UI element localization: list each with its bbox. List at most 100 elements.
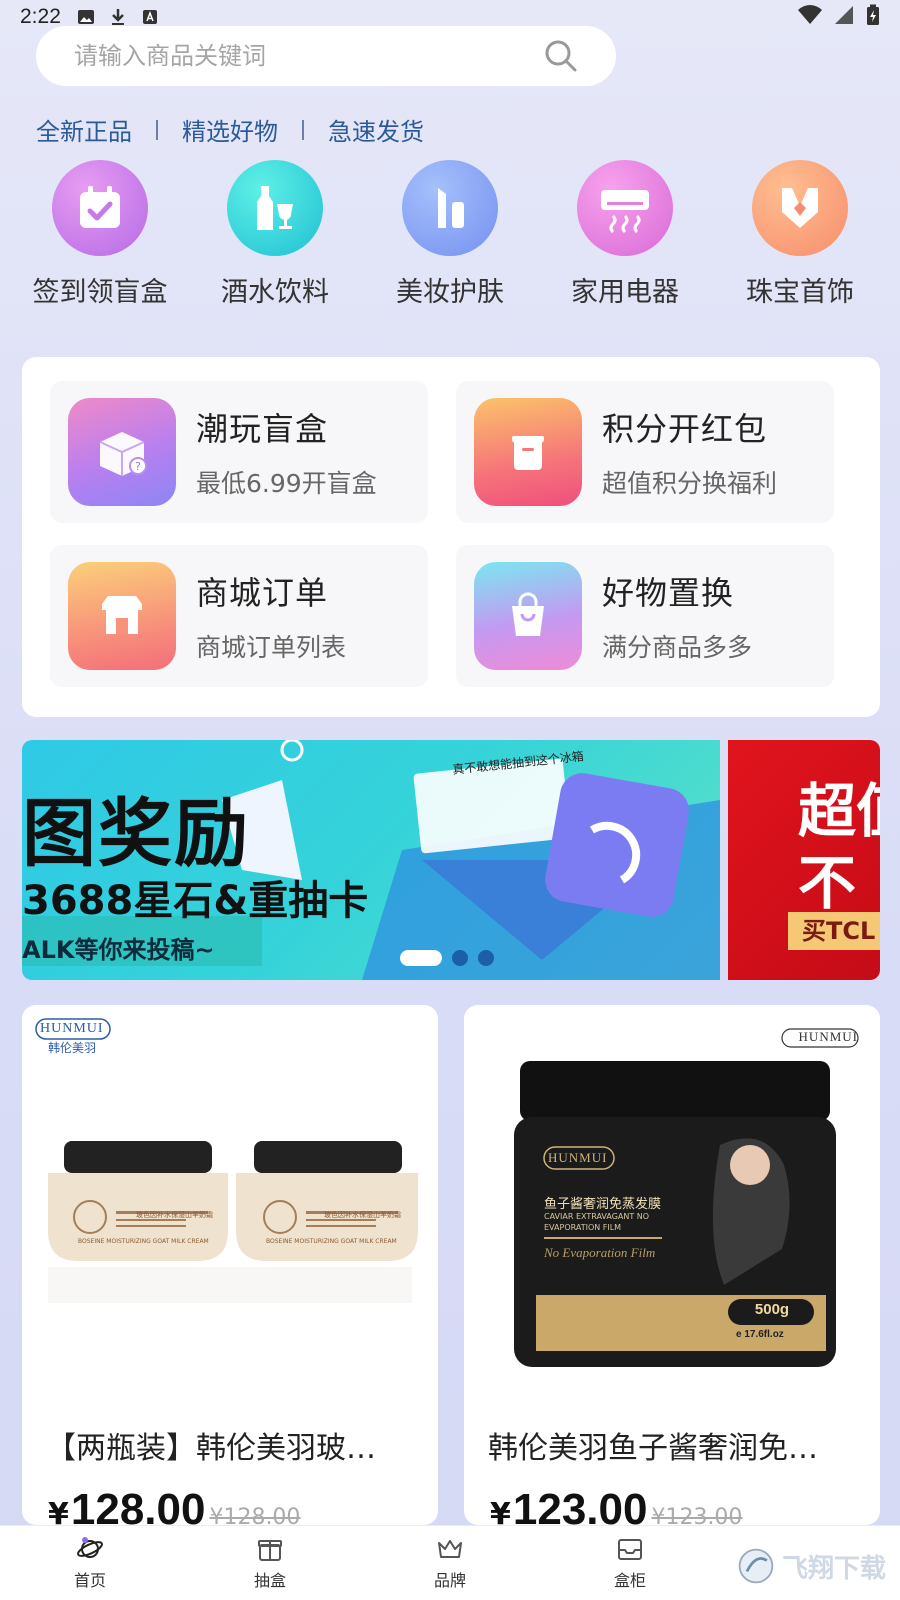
air-conditioner-icon <box>577 160 673 256</box>
image-notification-icon <box>77 8 95 26</box>
search-bar[interactable] <box>36 26 616 86</box>
feature-grid: ? 潮玩盲盒 最低6.99开盲盒 积分开红包 超值积分换福利 商城订单 商城订单… <box>22 357 880 717</box>
carousel-dot[interactable] <box>452 950 468 966</box>
jar-script: No Evaporation Film <box>544 1245 656 1260</box>
download-notification-icon <box>109 8 127 26</box>
wifi-icon <box>798 4 822 30</box>
watermark-text: 飞翔下载 <box>781 1553 886 1584</box>
price-original: ¥123.00 <box>651 1505 743 1525</box>
price-value: 128.00 <box>70 1485 206 1525</box>
feature-orders[interactable]: 商城订单 商城订单列表 <box>50 545 428 687</box>
tab-label: 首页 <box>73 1571 106 1590</box>
feature-tags: 全新正品 精选好物 急速发货 <box>36 112 424 147</box>
tab-label: 盒柜 <box>613 1571 646 1590</box>
feature-mystery-box[interactable]: ? 潮玩盲盒 最低6.99开盲盒 <box>50 381 428 523</box>
banner-slide-2[interactable]: 超值 不 买TCL <box>728 740 880 980</box>
svg-text:?: ? <box>135 460 141 473</box>
calendar-check-icon <box>52 160 148 256</box>
jar-label-en: BOSEINE MOISTURIZING GOAT MILK CREAM <box>78 1238 209 1245</box>
banner-carousel[interactable]: 图奖励 3688星石&重抽卡 ALK等你来投稿~ 真不敢想能抽到这个冰箱 超值 … <box>22 740 880 980</box>
product-card[interactable]: HUNMUI 韩伦美羽 玻色因补水保湿山羊奶霜 玻色因补水保湿山羊奶霜 BOSE… <box>22 1005 438 1525</box>
category-label: 签到领盲盒 <box>32 277 168 308</box>
search-input[interactable] <box>74 42 544 70</box>
feature-subtitle: 商城订单列表 <box>196 633 347 662</box>
gift-box-icon <box>258 1540 282 1561</box>
category-jewelry[interactable]: 珠宝首饰 <box>720 160 880 309</box>
category-label: 美妆护肤 <box>396 277 504 308</box>
carousel-dot[interactable] <box>478 950 494 966</box>
product-card[interactable]: HUNMUI HUNMUI 鱼子酱奢润免蒸发膜 CAVIAR EXTRAVAGA… <box>464 1005 880 1525</box>
banner2-tag: 买TCL <box>788 912 880 950</box>
tag-fast-shipping: 急速发货 <box>328 118 424 146</box>
jar-brand: HUNMUI <box>548 1150 608 1165</box>
watermark: 飞翔下载 <box>736 1538 886 1594</box>
battery-icon <box>866 4 880 31</box>
feature-subtitle: 满分商品多多 <box>602 633 753 662</box>
product-brand: HUNMUI <box>798 1029 858 1044</box>
jar-label-en: BOSEINE MOISTURIZING GOAT MILK CREAM <box>266 1238 397 1245</box>
tab-label: 抽盒 <box>253 1571 286 1590</box>
banner-headline: 图奖励 <box>22 791 250 877</box>
feature-title: 积分开红包 <box>602 410 768 448</box>
store-icon <box>68 562 176 670</box>
tab-brand[interactable]: 品牌 <box>360 1526 540 1600</box>
category-checkin[interactable]: 签到领盲盒 <box>20 160 180 309</box>
product-image <box>464 1005 880 1405</box>
jar-label-cn: 玻色因补水保湿山羊奶霜 <box>136 1211 213 1219</box>
feature-title: 潮玩盲盒 <box>196 410 329 448</box>
jar-volume: e 17.6fl.oz <box>736 1329 784 1340</box>
product-name: 【两瓶装】韩伦美羽玻… <box>46 1431 376 1466</box>
product-name: 韩伦美羽鱼子酱奢润免… <box>488 1431 818 1466</box>
feature-subtitle: 最低6.99开盲盒 <box>196 469 377 498</box>
tab-label: 品牌 <box>433 1571 466 1590</box>
feature-exchange[interactable]: 好物置换 满分商品多多 <box>456 545 834 687</box>
planet-icon <box>77 1537 103 1558</box>
shopping-bag-icon <box>474 562 582 670</box>
category-row: 签到领盲盒 酒水饮料 美妆护肤 家用电器 珠宝首饰 <box>20 160 880 309</box>
feature-subtitle: 超值积分换福利 <box>602 469 778 498</box>
category-cosmetics[interactable]: 美妆护肤 <box>370 160 530 309</box>
banner-subline-text: 3688星石&重抽卡 <box>22 878 369 924</box>
jar-title: 鱼子酱奢润免蒸发膜 <box>544 1197 662 1212</box>
category-drinks[interactable]: 酒水饮料 <box>195 160 355 309</box>
mystery-box-icon: ? <box>68 398 176 506</box>
carousel-dot-active[interactable] <box>400 950 442 966</box>
signal-icon <box>834 5 854 30</box>
status-time: 2:22 <box>20 5 61 28</box>
tag-selected: 精选好物 <box>182 118 278 146</box>
category-appliances[interactable]: 家用电器 <box>545 160 705 309</box>
banner-cta: ALK等你来投稿~ <box>22 936 215 964</box>
feature-red-packet[interactable]: 积分开红包 超值积分换福利 <box>456 381 834 523</box>
inbox-icon <box>618 1539 642 1560</box>
crown-icon <box>438 1540 462 1558</box>
a-notification-icon <box>141 8 159 26</box>
feature-title: 好物置换 <box>602 574 735 612</box>
jar-weight: 500g <box>754 1301 790 1318</box>
tag-divider <box>302 119 304 140</box>
feature-title: 商城订单 <box>196 574 329 612</box>
banner2-subline: 不 <box>798 849 857 917</box>
red-packet-icon <box>474 398 582 506</box>
product-brand-cn: 韩伦美羽 <box>48 1041 97 1055</box>
wine-bottle-icon <box>227 160 323 256</box>
price-value: 123.00 <box>512 1485 648 1525</box>
tab-cabinet[interactable]: 盒柜 <box>540 1526 720 1600</box>
banner-slide-1[interactable]: 图奖励 3688星石&重抽卡 ALK等你来投稿~ 真不敢想能抽到这个冰箱 <box>22 740 720 980</box>
category-label: 珠宝首饰 <box>746 277 854 308</box>
carousel-dots <box>400 950 494 966</box>
banner-subline: 3688星石&重抽卡 <box>22 868 368 926</box>
tab-draw[interactable]: 抽盒 <box>180 1526 360 1600</box>
tag-genuine: 全新正品 <box>36 118 132 146</box>
watermark-logo-icon <box>738 1548 774 1584</box>
product-price: ¥ 128.00 ¥128.00 <box>48 1485 300 1525</box>
category-label: 家用电器 <box>571 277 679 308</box>
lipstick-icon <box>402 160 498 256</box>
product-brand: HUNMUI <box>40 1021 104 1036</box>
necklace-icon <box>752 160 848 256</box>
tab-home[interactable]: 首页 <box>0 1526 180 1600</box>
tag-divider <box>156 119 158 140</box>
search-icon[interactable] <box>544 39 578 73</box>
price-currency: ¥ <box>48 1497 69 1525</box>
product-image <box>22 1005 438 1405</box>
jar-label-cn: 玻色因补水保湿山羊奶霜 <box>324 1211 401 1219</box>
